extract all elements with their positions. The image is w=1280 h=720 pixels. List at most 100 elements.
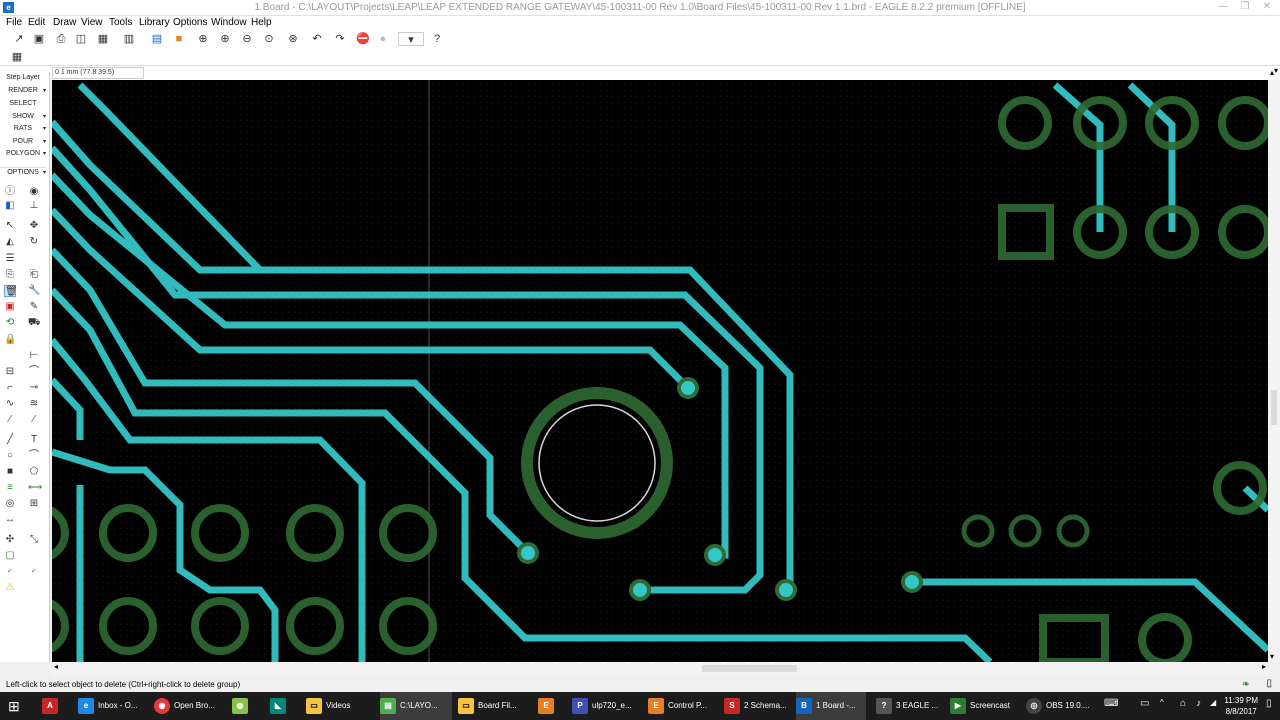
copy-icon[interactable]: ⎘ [4,269,16,281]
layer-icon[interactable]: ◧ [4,200,16,212]
keyboard-icon[interactable]: ⌨ [1104,698,1118,709]
network-icon[interactable]: ⌂ [1180,698,1186,709]
info-icon[interactable]: ⓘ [4,186,16,198]
taskbar-item[interactable]: ▤ C:\LAYO... [380,692,452,720]
align-icon[interactable]: ☰ [4,253,16,265]
zoom-fit-icon[interactable]: ⊕ [196,32,210,46]
save-icon[interactable]: ▣ [32,32,46,46]
schematic-icon[interactable]: ▦ [96,32,110,46]
leaf-icon[interactable]: ❧ [1242,679,1250,690]
line-icon[interactable]: ╱ [4,434,16,446]
via-icon[interactable]: ⁄ [28,414,40,426]
menu-options[interactable]: Options [173,17,207,28]
taskbar-item[interactable]: E Control P... [648,692,720,720]
smash-icon[interactable]: ✣ [4,534,16,546]
notification-icon[interactable]: ▭ [1140,698,1149,709]
erc-check-icon[interactable]: ✓ [4,566,16,578]
menu-view[interactable]: View [81,17,103,28]
warning-icon[interactable]: ⚠ [4,582,16,594]
chevron-up-icon[interactable]: ▴ [1270,68,1274,77]
render-dropdown[interactable]: RENDER ▾ [0,87,46,94]
name-icon[interactable]: ⤡ [28,534,40,546]
menu-file[interactable]: File [6,17,22,28]
taskbar-pin[interactable]: ◍ [232,692,252,720]
menu-tools[interactable]: Tools [109,17,132,28]
select-dropdown[interactable]: SELECT [0,100,46,107]
taskbar-item[interactable]: ? 3 EAGLE ... [876,692,946,720]
hole-icon[interactable]: ◎ [4,498,16,510]
chevron-up-icon[interactable]: ^ [1160,698,1164,707]
wifi-icon[interactable]: ◢ [1210,698,1216,707]
menu-help[interactable]: Help [251,17,272,28]
differential-icon[interactable]: ≋ [28,398,40,410]
menu-library[interactable]: Library [139,17,170,28]
taskbar-item[interactable]: ▶ Screencast [950,692,1020,720]
stop-icon[interactable]: ⛔ [356,32,370,46]
zoom-in-icon[interactable]: ⊕ [218,32,232,46]
optimize-icon[interactable]: ⊟ [4,366,16,378]
car-icon[interactable]: ⛟ [28,317,41,329]
delete-icon[interactable]: 🗑 [4,285,18,297]
chevron-down-icon[interactable]: ▾ [1270,652,1274,661]
drc-status-icon[interactable]: ▯ [1266,678,1272,689]
zoom-select-icon[interactable]: ⊛ [286,32,300,46]
wire-icon[interactable]: ⁄ [4,414,16,426]
chevron-down-icon[interactable]: ▾ [1274,66,1278,75]
polygon-icon[interactable]: ⬠ [28,466,40,478]
board-canvas[interactable] [52,80,1268,662]
replace-icon[interactable]: ⟲ [4,317,16,329]
taskbar-item[interactable]: B 1 Board -... [796,692,866,720]
attribute-icon[interactable]: ⊞ [28,498,40,510]
chevron-right-icon[interactable]: ▸ [1262,662,1266,671]
clock[interactable]: 11:39 PM 8/8/2017 [1224,695,1258,717]
vertical-scroll-thumb[interactable] [1271,390,1277,425]
signal-icon[interactable]: ≡ [4,482,16,494]
ripup-icon[interactable]: ⊸ [28,382,40,394]
undo-icon[interactable]: ↶ [310,32,324,46]
redo-icon[interactable]: ↷ [333,32,347,46]
move-cross-icon[interactable]: ✥ [28,220,40,232]
minimize-button[interactable]: — [1214,0,1232,14]
close-button[interactable]: ✕ [1258,0,1276,14]
vertical-scrollbar[interactable]: ▴ ▾ [1268,68,1280,662]
taskbar-item[interactable]: ▭ Videos [306,692,376,720]
polygon-dropdown[interactable]: POLYGON ▾ [0,150,46,157]
menu-draw[interactable]: Draw [53,17,76,28]
zoom-redraw-icon[interactable]: ⊙ [262,32,276,46]
taskbar-acrobat[interactable]: A [42,692,62,720]
change-icon[interactable]: ✎ [28,301,40,313]
miter-icon[interactable]: ⌒ [28,366,40,378]
options-dropdown[interactable]: OPTIONS ▾ [0,167,46,176]
lock-icon[interactable]: 🔒 [4,334,16,346]
go-icon[interactable]: ● [376,32,390,46]
rect-icon[interactable]: ■ [4,466,16,478]
taskbar-item[interactable]: e Inbox - O... [78,692,148,720]
zoom-out-icon[interactable]: ⊖ [240,32,254,46]
mark-icon[interactable]: ⊥ [28,200,40,212]
action-center-icon[interactable]: ▯ [1266,698,1272,709]
script-icon[interactable]: ▤ [150,32,164,46]
taskbar-pin[interactable]: E [538,692,558,720]
menu-window[interactable]: Window [211,17,247,28]
group-icon[interactable]: ▣ [4,301,16,313]
grid-dropdown[interactable]: ▾ [398,32,424,46]
move-icon[interactable]: ↖ [4,220,16,232]
taskbar-item[interactable]: ◎ OBS 19.0.... [1026,692,1092,720]
help-icon[interactable]: ? [430,32,444,46]
print-icon[interactable]: ⎙ [54,32,68,46]
taskbar-pin[interactable]: ◣ [270,692,290,720]
volume-icon[interactable]: ♪ [1196,698,1201,709]
taskbar-item[interactable]: ▭ Board Fil... [458,692,530,720]
menu-edit[interactable]: Edit [28,17,45,28]
pour-dropdown[interactable]: POUR ▾ [0,138,46,145]
board-icon[interactable]: ▥ [122,32,136,46]
taskbar-item[interactable]: S 2 Schema... [724,692,790,720]
cam-icon[interactable]: ◫ [74,32,88,46]
show-dropdown[interactable]: SHOW ▾ [0,113,46,120]
eye-icon[interactable]: ◉ [28,186,40,198]
arc-icon[interactable]: ⌒ [28,450,40,462]
circle-icon[interactable]: ○ [4,450,16,462]
dimension-icon[interactable]: ↔ [4,514,16,526]
paste-icon[interactable]: ⎗ [28,269,40,281]
mirror-icon[interactable]: ◭ [4,236,16,248]
